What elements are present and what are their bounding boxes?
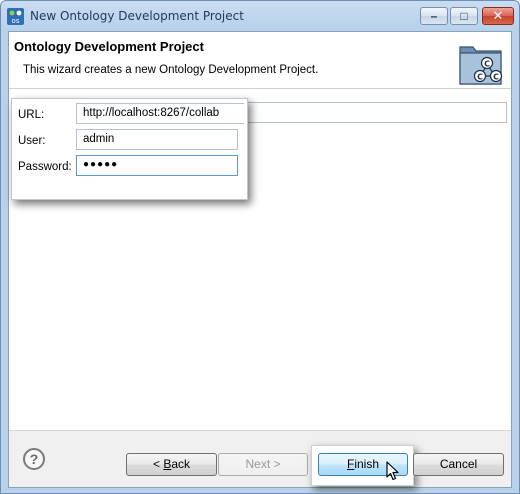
wizard-client-area: Ontology Development Project This wizard… [8,31,512,488]
svg-text:C: C [484,60,490,69]
url-label: URL: [18,109,45,121]
minimize-icon: – [430,9,438,23]
credentials-panel: URL: http://localhost:8267/collab User: … [11,98,248,200]
password-label: Password: [18,161,72,173]
back-button[interactable]: < Back [126,453,217,476]
page-title: Ontology Development Project [14,39,204,54]
close-icon: ✕ [492,8,504,23]
help-icon[interactable]: ? [23,448,45,470]
window-title: New Ontology Development Project [30,9,244,23]
url-input[interactable]: http://localhost:8267/collab [76,103,244,124]
mouse-pointer-icon [386,461,399,481]
maximize-icon: □ [460,9,468,23]
back-prefix: < [152,457,164,471]
wizard-window: os New Ontology Development Project – □ … [0,0,520,494]
password-input[interactable]: ●●●●● [76,155,238,176]
back-label-rest: ack [171,457,191,471]
page-description: This wizard creates a new Ontology Devel… [23,64,319,76]
button-bar: ? < Back Next > Finish Cancel [9,431,511,487]
next-button[interactable]: Next > [218,453,308,476]
finish-highlight: Finish [311,445,414,486]
user-input[interactable]: admin [76,129,238,150]
wizard-banner: Ontology Development Project This wizard… [9,32,511,89]
user-label: User: [18,135,46,147]
cancel-button[interactable]: Cancel [413,453,504,476]
svg-text:C: C [477,73,483,82]
ontology-project-wizard-icon: C C C [459,46,503,85]
title-bar[interactable]: os New Ontology Development Project – □ … [1,1,519,31]
maximize-button[interactable]: □ [450,7,478,25]
svg-text:C: C [493,73,499,82]
close-button[interactable]: ✕ [482,7,514,25]
ontology-studio-icon: os [7,8,24,25]
minimize-button[interactable]: – [420,7,448,25]
connection-form: URL: http://localhost:8267/collab User: … [9,90,511,430]
finish-label-rest: inish [354,457,380,471]
svg-text:os: os [12,17,20,25]
